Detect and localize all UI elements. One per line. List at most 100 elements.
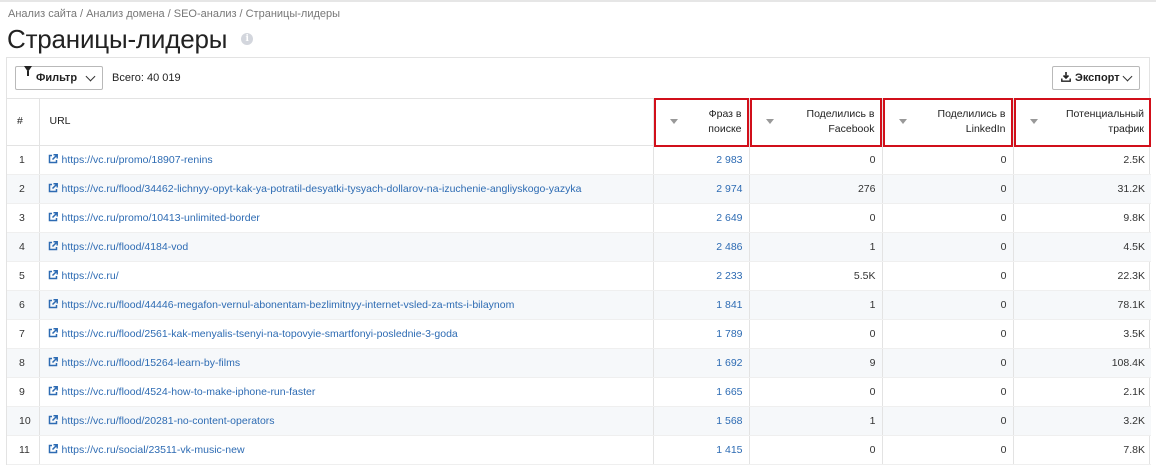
external-link-icon[interactable] [48,443,58,454]
row-facebook-shares: 1 [748,406,882,436]
row-linkedin-shares: 0 [881,232,1013,262]
external-link-icon[interactable] [48,153,58,164]
external-link-icon[interactable] [48,414,58,425]
column-header-url: URL [39,99,653,146]
row-phrases[interactable]: 2 649 [652,203,749,233]
breadcrumb-item-domain-analysis[interactable]: Анализ домена [86,8,165,20]
url-link[interactable]: https://vc.ru/promo/10413-unlimited-bord… [62,212,260,224]
url-link[interactable]: https://vc.ru/flood/34462-lichnyy-opyt-k… [62,183,582,195]
url-link[interactable]: https://vc.ru/promo/18907-renins [62,154,213,166]
row-phrases[interactable]: 1 415 [652,435,749,465]
filter-label: Фильтр [36,72,78,84]
sort-icon [1029,119,1038,124]
external-link-icon[interactable] [48,211,58,222]
external-link-icon[interactable] [48,385,58,396]
row-url: https://vc.ru/promo/10413-unlimited-bord… [39,203,653,233]
table-header-row: # URL Фраз в поиске Поделились в Faceboo… [7,98,1151,147]
breadcrumb-separator: / [167,8,171,20]
row-traffic: 22.3K [1012,261,1151,291]
breadcrumb-item-site-analysis[interactable]: Анализ сайта [8,8,77,20]
sort-icon [669,119,678,124]
row-num: 4 [7,232,40,262]
row-phrases[interactable]: 2 233 [652,261,749,291]
url-link[interactable]: https://vc.ru/flood/20281-no-content-ope… [62,415,275,427]
url-link[interactable]: https://vc.ru/flood/15264-learn-by-films [62,357,241,369]
external-link-icon[interactable] [48,327,58,338]
column-header-facebook[interactable]: Поделились в Facebook [748,98,882,147]
breadcrumb-item-seo-analysis[interactable]: SEO-анализ [174,8,237,20]
external-link-icon[interactable] [48,182,58,193]
row-phrases[interactable]: 2 974 [652,174,749,204]
sort-icon [765,119,774,124]
url-link[interactable]: https://vc.ru/ [62,270,119,282]
row-phrases[interactable]: 2 983 [652,145,749,175]
url-link[interactable]: https://vc.ru/social/23511-vk-music-new [62,444,245,456]
row-num: 5 [7,261,40,291]
info-icon[interactable]: i [241,33,254,45]
row-traffic: 108.4K [1012,348,1151,378]
row-num: 7 [7,319,40,349]
row-linkedin-shares: 0 [881,145,1013,175]
external-link-icon[interactable] [48,356,58,367]
column-header-traffic[interactable]: Потенциальный трафик [1012,98,1151,147]
table-row: 8 https://vc.ru/flood/15264-learn-by-film… [7,348,1151,378]
row-phrases[interactable]: 1 789 [652,319,749,349]
row-linkedin-shares: 0 [881,377,1013,407]
row-phrases[interactable]: 1 568 [652,406,749,436]
download-icon [1061,71,1071,85]
row-url: https://vc.ru/flood/15264-learn-by-films [39,348,653,378]
url-link[interactable]: https://vc.ru/flood/2561-kak-menyalis-ts… [62,328,458,340]
row-facebook-shares: 1 [748,232,882,262]
row-num: 1 [7,145,40,175]
url-link[interactable]: https://vc.ru/flood/44446-megafon-vernul… [62,299,515,311]
filter-button[interactable]: Фильтр [15,66,103,90]
table-row: 9 https://vc.ru/flood/4524-how-to-make-ip… [7,377,1151,407]
top-divider [0,0,1156,2]
row-num: 6 [7,290,40,320]
row-num: 10 [7,406,40,436]
column-header-num: # [7,99,40,146]
row-facebook-shares: 0 [748,203,882,233]
row-phrases[interactable]: 2 486 [652,232,749,262]
chevron-down-icon [1122,71,1133,81]
title-row: Страницы-лидеры i [7,22,254,56]
column-header-linkedin[interactable]: Поделились в LinkedIn [881,98,1013,147]
export-label: Экспорт [1075,72,1120,84]
row-facebook-shares: 9 [748,348,882,378]
external-link-icon[interactable] [48,269,58,280]
external-link-icon[interactable] [48,240,58,251]
row-num: 3 [7,203,40,233]
row-linkedin-shares: 0 [881,435,1013,465]
row-url: https://vc.ru/flood/4524-how-to-make-iph… [39,377,653,407]
row-phrases[interactable]: 1 841 [652,290,749,320]
url-link[interactable]: https://vc.ru/flood/4184-vod [62,241,189,253]
filter-icon [24,66,32,84]
row-traffic: 9.8K [1012,203,1151,233]
leaders-table: # URL Фраз в поиске Поделились в Faceboo… [7,98,1151,465]
breadcrumb-separator: / [80,8,84,20]
row-traffic: 31.2K [1012,174,1151,204]
row-facebook-shares: 5.5K [748,261,882,291]
row-linkedin-shares: 0 [881,406,1013,436]
chevron-down-icon [85,71,96,81]
table-row: 7 https://vc.ru/flood/2561-kak-menyalis-t… [7,319,1151,349]
row-num: 9 [7,377,40,407]
breadcrumb-separator: / [239,8,243,20]
row-linkedin-shares: 0 [881,348,1013,378]
row-phrases[interactable]: 1 692 [652,348,749,378]
export-button[interactable]: Экспорт [1052,66,1140,90]
row-linkedin-shares: 0 [881,174,1013,204]
row-facebook-shares: 0 [748,435,882,465]
toolbar: Фильтр Всего: 40 019 Экспорт [7,58,1149,99]
table-row: 10 https://vc.ru/flood/20281-no-content-o… [7,406,1151,436]
table-row: 11 https://vc.ru/social/23511-vk-music-ne… [7,435,1151,465]
column-header-phrases[interactable]: Фраз в поиске [652,98,749,147]
url-link[interactable]: https://vc.ru/flood/4524-how-to-make-iph… [62,386,316,398]
row-traffic: 3.2K [1012,406,1151,436]
external-link-icon[interactable] [48,298,58,309]
row-phrases[interactable]: 1 665 [652,377,749,407]
row-traffic: 7.8K [1012,435,1151,465]
sort-icon [898,119,907,124]
table-row: 4 https://vc.ru/flood/4184-vod 2 486 1 0 4.5K [7,232,1151,262]
breadcrumb: Анализ сайта / Анализ домена / SEO-анализ / Ст… [8,8,340,20]
